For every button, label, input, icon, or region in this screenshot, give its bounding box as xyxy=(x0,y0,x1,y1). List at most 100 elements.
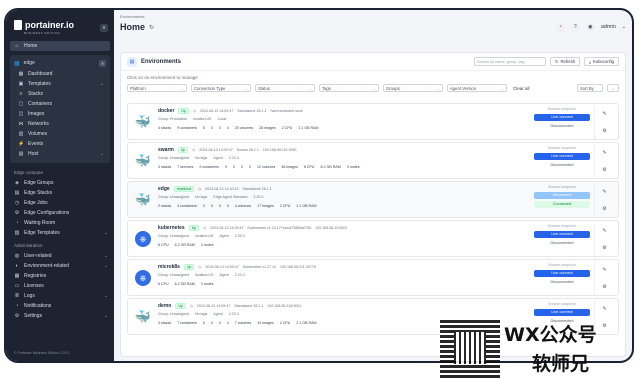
filter-dropdown-4[interactable]: Groups ⌄ xyxy=(383,84,443,92)
sidebar-item-admin-2[interactable]: ▦ Registries xyxy=(6,271,114,281)
environment-stat: 2 CPU xyxy=(279,321,291,325)
user-name[interactable]: admin xyxy=(601,24,616,30)
environment-name[interactable]: docker xyxy=(158,108,174,114)
environment-stat: 0 xyxy=(240,165,243,169)
close-environment-icon[interactable]: ✕ xyxy=(99,59,106,67)
environment-name[interactable]: demo xyxy=(158,303,171,309)
sidebar-item-edge-1[interactable]: ▤ Edge Stacks xyxy=(6,188,114,198)
chevron-down-icon[interactable]: ⌄ xyxy=(104,263,108,269)
sidebar-item-templates[interactable]: ▣ Templates ⌄ xyxy=(10,79,110,89)
chevron-down-icon[interactable]: ⌄ xyxy=(104,253,108,259)
sidebar-item-volumes[interactable]: ▥ Volumes xyxy=(10,129,110,139)
filter-dropdown-1[interactable]: Connection Type ⌄ xyxy=(191,84,251,92)
sort-by-dropdown[interactable]: Sort By xyxy=(577,84,603,92)
clear-all-link[interactable]: Clear all xyxy=(513,86,530,91)
edit-icon[interactable]: ✎ xyxy=(602,189,606,195)
environments-icon: ▤ xyxy=(127,56,137,67)
environment-name[interactable]: microk8s xyxy=(158,264,180,270)
chevron-down-icon[interactable]: ⌄ xyxy=(100,151,104,157)
sidebar-item-dashboard[interactable]: ▦ Dashboard xyxy=(10,69,110,79)
browse-snapshot-button[interactable]: Browse snapshot xyxy=(534,223,590,230)
sidebar-item-admin-0[interactable]: ◍ User-related ⌄ xyxy=(6,251,114,261)
kubeconfig-button[interactable]: ⤓ Kubeconfig xyxy=(584,57,619,66)
sidebar-item-edge-3[interactable]: ⚙ Edge Configurations xyxy=(6,208,114,218)
sidebar-item-edge-0[interactable]: ◈ Edge Groups xyxy=(6,178,114,188)
download-icon: ⤓ xyxy=(589,59,592,64)
kubernetes-icon: ⎈ xyxy=(135,231,151,247)
sidebar-item-admin-5[interactable]: ◔ Notifications xyxy=(6,301,114,311)
docker-icon: ▦ xyxy=(14,60,20,67)
environment-header-line: microk8s Up ◷ 2024-06-13 14:09:47 Kubernetes… xyxy=(158,264,316,270)
settings-icon[interactable]: ⚙ xyxy=(602,128,606,134)
edit-icon[interactable]: ✎ xyxy=(602,306,606,312)
collapse-sidebar-button[interactable]: « xyxy=(100,24,108,32)
edit-icon[interactable]: ✎ xyxy=(602,111,606,117)
environment-actions: Browse snapshot Live connect Disconnected xyxy=(534,262,590,286)
filter-dropdown-0[interactable]: Platform ⌄ xyxy=(127,84,187,92)
sidebar-item-admin-3[interactable]: ▭ Licenses xyxy=(6,281,114,291)
sidebar-item-host[interactable]: ▤ Host ⌄ xyxy=(10,149,110,159)
environment-header[interactable]: ▦ edge ✕ xyxy=(10,57,110,69)
environment-row[interactable]: ⎈ kubernetes Up ◷ 2024-06-13 14:09:47 Kuberne… xyxy=(127,220,619,257)
row-side-actions: ✎ ⚙ xyxy=(594,262,614,295)
sidebar-item-admin-1[interactable]: ◐ Environment-related ⌄ xyxy=(6,261,114,271)
sidebar-item-images[interactable]: ◫ Images xyxy=(10,109,110,119)
browse-snapshot-button[interactable]: Browse snapshot xyxy=(534,145,590,152)
sidebar-item-edge-5[interactable]: ▧ Edge Templates ⌄ xyxy=(6,228,114,238)
settings-icon[interactable]: ⚙ xyxy=(602,206,606,212)
environment-header-line: kubernetes Up ◷ 2024-06-13 14:09:47 Kubernet… xyxy=(158,225,347,231)
edit-icon[interactable]: ✎ xyxy=(602,228,606,234)
breadcrumb[interactable]: Environments xyxy=(114,10,632,19)
chevron-down-icon: ⌄ xyxy=(500,85,504,91)
user-icon[interactable]: ◉ xyxy=(585,22,595,32)
live-connect-button[interactable]: Live connect xyxy=(534,153,590,160)
environment-name[interactable]: swarm xyxy=(158,147,174,153)
environment-name[interactable]: edge xyxy=(158,186,170,192)
settings-icon[interactable]: ⚙ xyxy=(602,167,606,173)
environment-row[interactable]: 🐳 swarm Up ◷ 2024-06-13 14:09:47 Swarm 26.1.1… xyxy=(127,142,619,179)
environment-row[interactable]: ⎈ microk8s Up ◷ 2024-06-13 14:09:47 Kubernete… xyxy=(127,259,619,296)
browse-snapshot-button[interactable]: Browse snapshot xyxy=(534,106,590,113)
settings-icon[interactable]: ⚙ xyxy=(602,284,606,290)
filter-dropdown-3[interactable]: Tags ⌄ xyxy=(319,84,379,92)
notifications-icon[interactable]: ◔ xyxy=(555,22,565,32)
filter-dropdown-5[interactable]: Agent Version ⌄ xyxy=(447,84,507,92)
clock-icon: ◷ xyxy=(198,265,202,269)
sidebar-item-events[interactable]: ⚡ Events xyxy=(10,139,110,149)
environment-row[interactable]: 🐳 docker Up ◷ 2024-06-13 14:09:47 Standalone … xyxy=(127,103,619,140)
filter-dropdown-2[interactable]: Status ⌄ xyxy=(255,84,315,92)
chevron-down-icon[interactable]: ⌄ xyxy=(104,313,108,319)
chevron-down-icon[interactable]: ⌄ xyxy=(104,230,108,236)
settings-icon[interactable]: ⚙ xyxy=(602,245,606,251)
browse-snapshot-button[interactable]: Browse snapshot xyxy=(534,184,590,191)
live-connect-button[interactable]: Live connect xyxy=(534,231,590,238)
environment-stat: 46 images xyxy=(281,165,298,169)
sidebar-item-admin-4[interactable]: ≣ Logs ⌄ xyxy=(6,291,114,301)
chevron-down-icon[interactable]: ⌄ xyxy=(104,293,108,299)
live-connect-button[interactable]: Live connect xyxy=(534,270,590,277)
edit-icon[interactable]: ✎ xyxy=(602,267,606,273)
disconnect-button[interactable]: Disconnect xyxy=(534,192,590,199)
sidebar-item-stacks[interactable]: ≡ Stacks xyxy=(10,89,110,99)
search-input[interactable]: Search by name, group, tag... xyxy=(473,57,546,66)
chevron-down-icon[interactable]: ⌄ xyxy=(100,81,104,87)
sidebar-item-containers[interactable]: ▢ Containers xyxy=(10,99,110,109)
browse-snapshot-button[interactable]: Browse snapshot xyxy=(534,301,590,308)
live-connect-button[interactable]: Live connect xyxy=(534,309,590,316)
environment-row[interactable]: 🐳 edge heartbeat ◷ 2024-06-13 14:10:13 Standa… xyxy=(127,181,619,218)
environment-name[interactable]: kubernetes xyxy=(158,225,185,231)
sidebar-item-networks[interactable]: ⋈ Networks xyxy=(10,119,110,129)
environment-stat: 8 CPU xyxy=(303,165,315,169)
refresh-button[interactable]: ↻ Refresh xyxy=(549,57,581,66)
browse-snapshot-button[interactable]: Browse snapshot xyxy=(534,262,590,269)
edit-icon[interactable]: ✎ xyxy=(602,150,606,156)
sidebar-item-home[interactable]: ⌂ Home xyxy=(10,41,110,51)
refresh-icon[interactable]: ↻ xyxy=(149,24,154,31)
help-icon[interactable]: ? xyxy=(570,22,580,32)
live-connect-button[interactable]: Live connect xyxy=(534,114,590,121)
sort-direction-toggle[interactable]: ↓ xyxy=(607,84,619,92)
sidebar-item-admin-6[interactable]: ⚙ Settings ⌄ xyxy=(6,311,114,321)
chevron-down-icon[interactable]: ⌄ xyxy=(622,24,626,30)
sidebar-item-edge-2[interactable]: ◷ Edge Jobs xyxy=(6,198,114,208)
sidebar-item-edge-4[interactable]: ◔ Waiting Room xyxy=(6,218,114,228)
